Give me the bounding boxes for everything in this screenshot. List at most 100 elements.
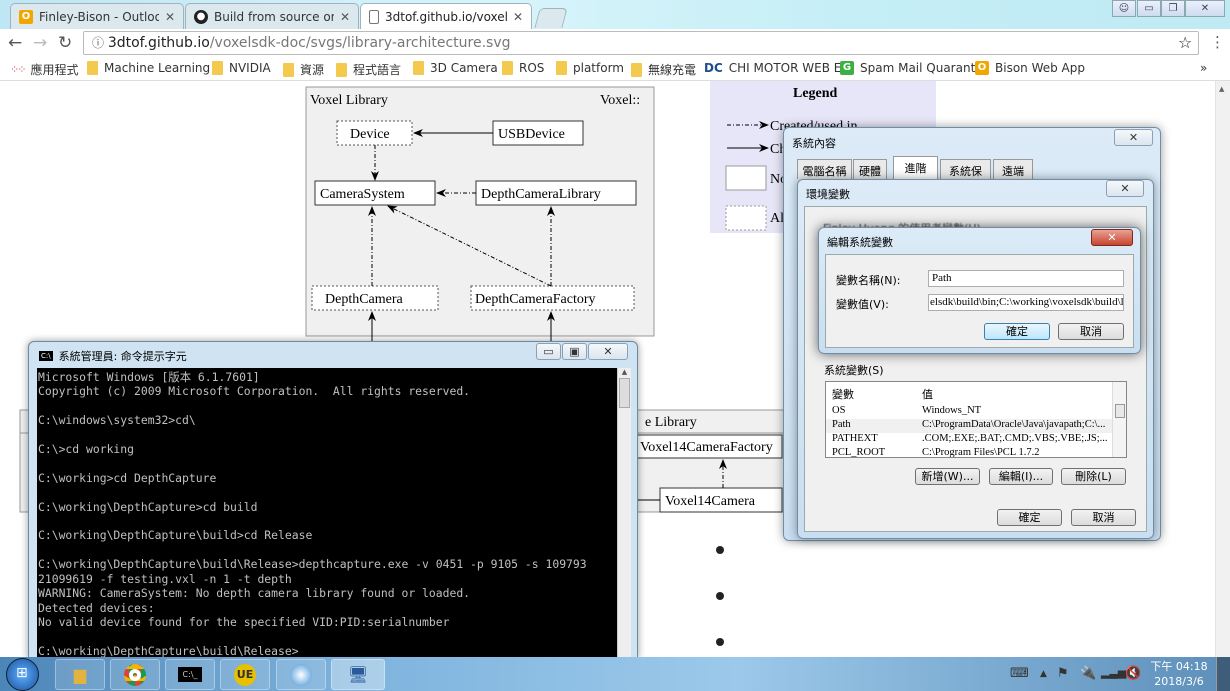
more-bookmarks-button[interactable]: » <box>1200 61 1207 75</box>
ultraedit-icon: UE <box>234 663 256 686</box>
bookmark-nvidia[interactable]: NVIDIA <box>212 61 271 75</box>
taskbar-chrome[interactable] <box>110 659 160 690</box>
page-scrollbar[interactable]: ▲ <box>1215 81 1230 657</box>
bookmark-wireless[interactable]: 無線充電 <box>631 61 696 78</box>
github-icon: ● <box>194 9 208 24</box>
tab-hardware[interactable]: 硬體 <box>853 159 887 179</box>
clock[interactable]: 下午 04:18 2018/3/6 <box>1148 659 1210 689</box>
bookmark-programming[interactable]: 程式語言 <box>336 61 401 78</box>
namespace-label: Voxel:: <box>600 93 640 108</box>
edit-system-variable-dialog[interactable]: 編輯系統變數 ✕ 變數名稱(N): Path 變數值(V): elsdk\bui… <box>818 227 1141 354</box>
bookmark-platform[interactable]: platform <box>556 61 624 75</box>
cmd-title-bar: C:\ 系統管理員: 命令提示字元 <box>39 348 187 364</box>
action-center-flag-icon[interactable]: ⚑ <box>1057 666 1069 681</box>
taskbar-system-properties[interactable]: 🖥 <box>331 659 385 690</box>
bookmark-3d-camera[interactable]: 3D Camera <box>413 61 498 75</box>
ok-button[interactable]: 確定 <box>984 323 1050 340</box>
list-scrollbar[interactable] <box>1112 382 1126 457</box>
close-window-button[interactable]: ✕ <box>1185 0 1225 17</box>
editvar-body: 變數名稱(N): Path 變數值(V): elsdk\build\bin;C:… <box>825 254 1134 348</box>
close-button[interactable]: ✕ <box>1106 180 1144 197</box>
close-tab-icon[interactable]: ✕ <box>165 10 175 24</box>
close-tab-icon[interactable]: ✕ <box>513 10 523 24</box>
tab-library-architecture[interactable]: 3dtof.github.io/voxelsd ✕ <box>360 3 532 29</box>
list-row[interactable]: PCL_ROOT C:\Program Files\PCL 1.7.2 <box>826 447 1114 457</box>
show-hidden-icons[interactable]: ▲ <box>1040 669 1047 679</box>
folder-icon <box>502 61 513 75</box>
power-icon[interactable]: 🔌 <box>1080 666 1096 681</box>
start-button[interactable]: ⊞ <box>6 658 39 691</box>
bookmark-label: Bison Web App <box>995 61 1085 75</box>
clock-time: 下午 04:18 <box>1150 660 1208 673</box>
delete-button[interactable]: 刪除(L) <box>1061 468 1126 485</box>
node-depth-camera-factory: DepthCameraFactory <box>470 285 635 311</box>
tab-system-protection[interactable]: 系統保護 <box>940 159 991 194</box>
bookmark-label: Machine Learning <box>104 61 211 75</box>
bookmark-label: NVIDIA <box>229 61 271 75</box>
close-button[interactable]: ✕ <box>588 343 628 360</box>
reload-icon[interactable]: ↻ <box>58 33 72 53</box>
system-properties-icon: 🖥 <box>347 665 369 684</box>
bookmark-star-icon[interactable]: ☆ <box>1178 33 1192 52</box>
tab-github[interactable]: ● Build from source on W ✕ <box>185 3 359 29</box>
close-button[interactable]: ✕ <box>1114 129 1153 146</box>
taskbar-blue-app[interactable] <box>276 659 326 690</box>
volume-muted-icon[interactable]: 🔇 <box>1125 666 1141 681</box>
bookmark-apps[interactable]: ⁘⁘ 應用程式 <box>10 61 78 78</box>
cancel-button[interactable]: 取消 <box>1058 323 1124 340</box>
console-output[interactable]: Microsoft Windows [版本 6.1.7601] Copyrigh… <box>37 368 617 660</box>
tab-outlook[interactable]: O Finley-Bison - Outlook W ✕ <box>10 3 184 29</box>
minimize-button[interactable]: ▭ <box>536 343 561 360</box>
column-header-variable[interactable]: 變數 <box>832 386 854 402</box>
variable-value-input[interactable]: elsdk\build\bin;C:\working\voxelsdk\buil… <box>928 294 1124 311</box>
maximize-button[interactable]: ▣ <box>562 343 587 360</box>
new-button[interactable]: 新增(W)... <box>915 468 980 485</box>
tab-computer-name[interactable]: 電腦名稱 <box>797 159 852 179</box>
minimize-button[interactable]: ▭ <box>1137 0 1161 17</box>
chi-motor-icon: DC <box>704 61 723 75</box>
menu-icon[interactable]: ⋮ <box>1210 33 1225 51</box>
cancel-button[interactable]: 取消 <box>1071 509 1136 526</box>
variable-name-input[interactable]: Path <box>928 270 1124 287</box>
tab-advanced[interactable]: 進階 <box>893 156 938 179</box>
bookmark-resources[interactable]: 資源 <box>283 61 324 78</box>
back-icon[interactable]: ← <box>8 33 22 53</box>
browser-tab-strip: O Finley-Bison - Outlook W ✕ ● Build fro… <box>0 0 1230 29</box>
column-header-value[interactable]: 值 <box>922 386 933 402</box>
svg-text:Device: Device <box>350 127 390 142</box>
command-prompt-window[interactable]: C:\ 系統管理員: 命令提示字元 ▭ ▣ ✕ Microsoft Windows… <box>28 341 638 660</box>
bookmark-spam-mail[interactable]: G Spam Mail Quaranti <box>840 61 979 75</box>
bookmark-ros[interactable]: ROS <box>502 61 544 75</box>
ok-button[interactable]: 確定 <box>997 509 1062 526</box>
keyboard-icon[interactable]: ⌨ <box>1010 666 1029 681</box>
address-bar[interactable]: ⓘ 3dtof.github.io/voxelsdk-doc/svgs/libr… <box>83 31 1199 55</box>
show-desktop-button[interactable] <box>1216 657 1230 691</box>
close-tab-icon[interactable]: ✕ <box>340 10 350 24</box>
edit-button[interactable]: 編輯(I)... <box>989 468 1053 485</box>
network-signal-icon[interactable]: ▂▃▅ <box>1101 666 1126 679</box>
close-button[interactable]: ✕ <box>1091 229 1133 246</box>
list-row[interactable]: PATHEXT .COM;.EXE;.BAT;.CMD;.VBS;.VBE;.JS… <box>826 433 1114 447</box>
apps-icon: ⁘⁘ <box>10 63 27 76</box>
console-scrollbar[interactable]: ▲ <box>617 368 631 660</box>
bookmark-label: 程式語言 <box>353 63 402 77</box>
system-vars-list[interactable]: 變數 值 OS Windows_NT Path C:\ProgramData\Orac… <box>825 381 1127 458</box>
folder-icon <box>212 61 223 75</box>
restore-button[interactable]: ❐ <box>1161 0 1185 17</box>
taskbar-explorer[interactable]: ▆ <box>55 659 105 690</box>
tab-remote[interactable]: 遠端 <box>993 159 1033 179</box>
bookmark-machine-learning[interactable]: Machine Learning <box>87 61 210 75</box>
taskbar-ultraedit[interactable]: UE <box>220 659 270 690</box>
bookmark-bison-web-app[interactable]: O Bison Web App <box>975 61 1085 75</box>
forward-icon[interactable]: → <box>33 33 47 53</box>
node-device: Device <box>336 120 413 146</box>
sysprops-tabs: 電腦名稱 硬體 進階 系統保護 遠端 <box>797 156 1147 194</box>
list-row[interactable]: OS Windows_NT <box>826 405 1114 419</box>
bookmark-chi-motor[interactable]: DC CHI MOTOR WEB EF <box>704 61 848 75</box>
svg-text:DepthCameraLibrary: DepthCameraLibrary <box>481 187 601 202</box>
node-depth-camera: DepthCamera <box>311 285 439 311</box>
profile-icon[interactable]: ☺ <box>1112 0 1136 17</box>
new-tab-button[interactable] <box>534 8 568 28</box>
list-row[interactable]: Path C:\ProgramData\Oracle\Java\javapath;… <box>826 419 1114 433</box>
taskbar-cmd[interactable]: C:\_ <box>165 659 215 690</box>
